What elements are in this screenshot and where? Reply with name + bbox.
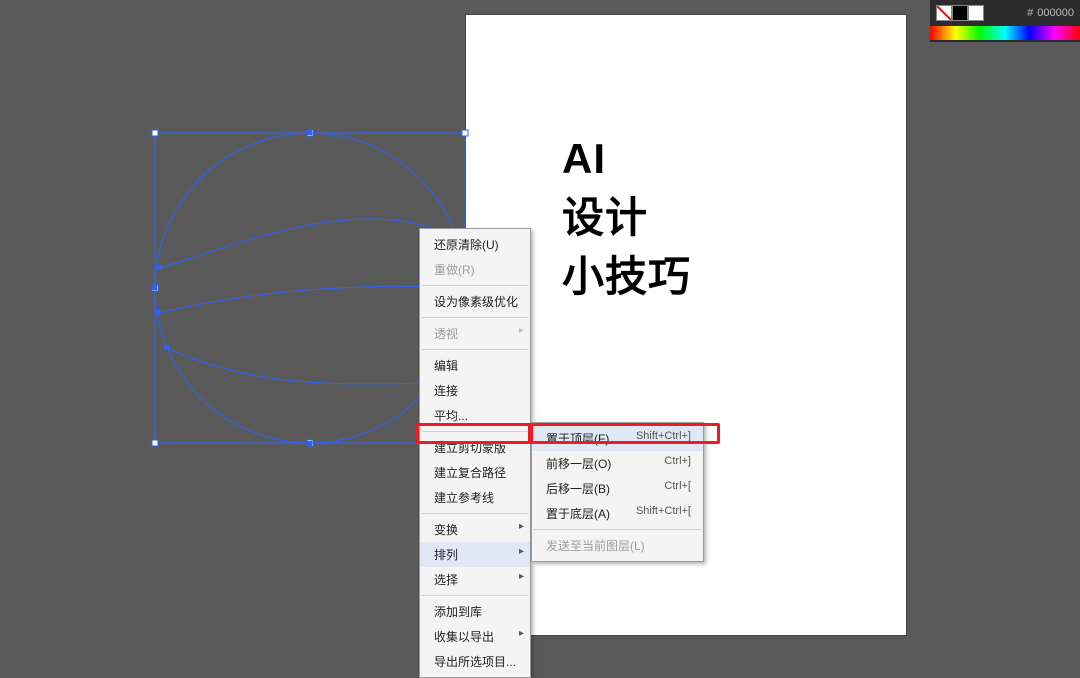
- heading-line-3: 小技巧: [562, 248, 691, 307]
- submenu-label: 置于底层(A): [546, 505, 610, 522]
- submenu-label: 置于顶层(F): [546, 430, 609, 447]
- menu-transform[interactable]: 变换: [420, 517, 530, 542]
- submenu-label: 前移一层(O): [546, 455, 611, 472]
- swatch-black[interactable]: [952, 5, 968, 21]
- menu-separator: [422, 285, 528, 286]
- submenu-bring-forward[interactable]: 前移一层(O) Ctrl+]: [532, 451, 703, 476]
- menu-perspective: 透视: [420, 321, 530, 346]
- menu-separator: [422, 431, 528, 432]
- submenu-send-to-back[interactable]: 置于底层(A) Shift+Ctrl+[: [532, 501, 703, 526]
- menu-select[interactable]: 选择: [420, 567, 530, 592]
- menu-add-to-library[interactable]: 添加到库: [420, 599, 530, 624]
- menu-redo: 重做(R): [420, 257, 530, 282]
- hex-value: 000000: [1037, 7, 1074, 19]
- hex-readout: # 000000: [1027, 7, 1074, 19]
- menu-edit[interactable]: 编辑: [420, 353, 530, 378]
- submenu-label: 后移一层(B): [546, 480, 610, 497]
- submenu-shortcut: Shift+Ctrl+[: [636, 505, 691, 522]
- menu-clip-mask[interactable]: 建立剪切蒙版: [420, 435, 530, 460]
- submenu-shortcut: Ctrl+[: [664, 480, 691, 497]
- artboard-heading: AI 设计 小技巧: [562, 130, 691, 306]
- submenu-shortcut: Shift+Ctrl+]: [636, 430, 691, 447]
- menu-separator: [534, 529, 701, 530]
- menu-collect-export[interactable]: 收集以导出: [420, 624, 530, 649]
- submenu-bring-to-front[interactable]: 置于顶层(F) Shift+Ctrl+]: [532, 426, 703, 451]
- color-panel[interactable]: # 000000: [930, 0, 1080, 42]
- menu-pixel-optimize[interactable]: 设为像素级优化: [420, 289, 530, 314]
- fill-swatch-none-icon[interactable]: [936, 5, 952, 21]
- color-spectrum[interactable]: [930, 26, 1080, 40]
- menu-separator: [422, 317, 528, 318]
- heading-line-2: 设计: [562, 189, 691, 248]
- swatch-white[interactable]: [968, 5, 984, 21]
- submenu-label: 发送至当前图层(L): [546, 537, 645, 554]
- menu-make-guides[interactable]: 建立参考线: [420, 485, 530, 510]
- menu-separator: [422, 349, 528, 350]
- menu-separator: [422, 595, 528, 596]
- submenu-send-to-current-layer: 发送至当前图层(L): [532, 533, 703, 558]
- heading-line-1: AI: [562, 130, 691, 189]
- context-menu[interactable]: 还原清除(U) 重做(R) 设为像素级优化 透视 编辑 连接 平均... 建立剪…: [419, 228, 531, 678]
- color-panel-header: # 000000: [930, 0, 1080, 26]
- menu-average[interactable]: 平均...: [420, 403, 530, 428]
- menu-arrange[interactable]: 排列: [420, 542, 530, 567]
- spectrum-wrap: [930, 26, 1080, 42]
- menu-compound-path[interactable]: 建立复合路径: [420, 460, 530, 485]
- submenu-shortcut: Ctrl+]: [664, 455, 691, 472]
- menu-separator: [422, 513, 528, 514]
- menu-connect[interactable]: 连接: [420, 378, 530, 403]
- submenu-arrange[interactable]: 置于顶层(F) Shift+Ctrl+] 前移一层(O) Ctrl+] 后移一层…: [531, 422, 704, 562]
- menu-undo[interactable]: 还原清除(U): [420, 232, 530, 257]
- hex-prefix: #: [1027, 7, 1033, 19]
- submenu-send-backward[interactable]: 后移一层(B) Ctrl+[: [532, 476, 703, 501]
- fill-stroke-swatches[interactable]: [936, 5, 984, 21]
